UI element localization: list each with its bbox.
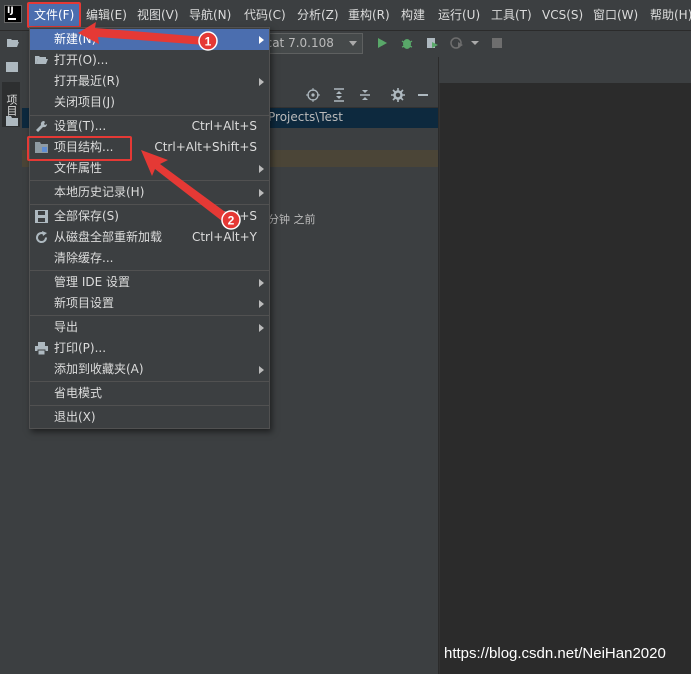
menu-item-label: 退出(X) bbox=[54, 410, 96, 424]
menu-item-exit[interactable]: 退出(X) bbox=[30, 407, 269, 428]
run-icon[interactable] bbox=[375, 36, 389, 50]
menu-item-shortcut: Ctrl+Alt+Shift+S bbox=[154, 140, 257, 154]
recent-time-text: 分钟 之前 bbox=[268, 213, 316, 226]
menu-item-local-history[interactable]: 本地历史记录(H) bbox=[30, 182, 269, 203]
wrench-icon bbox=[36, 120, 48, 132]
coverage-icon[interactable] bbox=[425, 36, 439, 50]
menu-separator bbox=[30, 381, 269, 382]
project-panel-header bbox=[270, 83, 438, 108]
watermark-text: https://blog.csdn.net/NeiHan2020 bbox=[444, 645, 666, 662]
menu-item-label: 打开(O)... bbox=[54, 53, 109, 67]
project-path-text: Projects\Test bbox=[268, 110, 343, 124]
editor-tab-bar bbox=[439, 57, 691, 83]
menu-view[interactable]: 视图(V) bbox=[137, 7, 179, 23]
menu-item-shortcut: Ctrl+S bbox=[217, 209, 257, 223]
menu-item-file-properties[interactable]: 文件属性 bbox=[30, 158, 269, 179]
menu-item-invalidate-caches[interactable]: 清除缓存... bbox=[30, 248, 269, 269]
open-folder-icon bbox=[35, 56, 48, 64]
menu-item-power-save-mode[interactable]: 省电模式 bbox=[30, 383, 269, 404]
folder-icon bbox=[6, 116, 18, 126]
menu-separator bbox=[30, 270, 269, 271]
menu-item-label: 打开最近(R) bbox=[54, 74, 120, 88]
submenu-arrow-icon bbox=[259, 165, 264, 173]
file-menu-dropdown: 新建(N) 打开(O)... 打开最近(R) 关闭项目(J) 设置(T)... … bbox=[29, 27, 270, 429]
submenu-arrow-icon bbox=[259, 366, 264, 374]
submenu-arrow-icon bbox=[259, 300, 264, 308]
reload-icon bbox=[36, 231, 48, 244]
menu-edit[interactable]: 编辑(E) bbox=[86, 7, 127, 23]
menu-item-label: 文件属性 bbox=[54, 161, 103, 175]
minimize-icon[interactable] bbox=[416, 88, 430, 102]
stop-icon[interactable] bbox=[490, 36, 504, 50]
chevron-down-icon[interactable] bbox=[470, 36, 480, 50]
menu-item-shortcut: Ctrl+Alt+S bbox=[191, 119, 257, 133]
print-icon bbox=[35, 342, 48, 355]
left-tool-strip bbox=[0, 57, 23, 674]
target-icon[interactable] bbox=[306, 88, 320, 102]
menu-item-add-to-favorites[interactable]: 添加到收藏夹(A) bbox=[30, 359, 269, 380]
submenu-arrow-icon bbox=[259, 78, 264, 86]
expand-all-icon[interactable] bbox=[332, 88, 346, 102]
menu-tools[interactable]: 工具(T) bbox=[491, 7, 532, 23]
profile-icon[interactable] bbox=[450, 36, 464, 50]
menu-item-label: 关闭项目(J) bbox=[54, 95, 115, 109]
menu-item-label: 添加到收藏夹(A) bbox=[54, 362, 144, 376]
highlight-box-file-menu bbox=[27, 2, 81, 28]
menu-help[interactable]: 帮助(H) bbox=[650, 7, 691, 23]
menu-window[interactable]: 窗口(W) bbox=[593, 7, 638, 23]
menu-item-label: 从磁盘全部重新加载 bbox=[54, 230, 163, 244]
menu-item-label: 清除缓存... bbox=[54, 251, 114, 265]
menu-item-reload-from-disk[interactable]: 从磁盘全部重新加载 Ctrl+Alt+Y bbox=[30, 227, 269, 248]
open-folder-icon[interactable] bbox=[6, 36, 20, 50]
menu-item-label: 设置(T)... bbox=[54, 119, 107, 133]
menu-item-label: 省电模式 bbox=[54, 386, 103, 400]
save-icon bbox=[35, 210, 48, 223]
gear-icon[interactable] bbox=[391, 88, 405, 102]
menu-item-export[interactable]: 导出 bbox=[30, 317, 269, 338]
menu-item-print[interactable]: 打印(P)... bbox=[30, 338, 269, 359]
menu-item-open[interactable]: 打开(O)... bbox=[30, 50, 269, 71]
collapse-all-icon[interactable] bbox=[358, 88, 372, 102]
menu-separator bbox=[30, 204, 269, 205]
submenu-arrow-icon bbox=[259, 279, 264, 287]
menu-separator bbox=[30, 315, 269, 316]
menu-item-open-recent[interactable]: 打开最近(R) bbox=[30, 71, 269, 92]
project-view-icon[interactable] bbox=[5, 60, 19, 74]
menu-item-label: 新建(N) bbox=[54, 32, 97, 46]
menu-item-shortcut: Ctrl+Alt+Y bbox=[191, 230, 257, 244]
menu-item-new-project-settings[interactable]: 新项目设置 bbox=[30, 293, 269, 314]
menu-analyze[interactable]: 分析(Z) bbox=[297, 7, 339, 23]
menu-separator bbox=[30, 180, 269, 181]
submenu-arrow-icon bbox=[259, 189, 264, 197]
menu-item-close-project[interactable]: 关闭项目(J) bbox=[30, 92, 269, 113]
menu-item-save-all[interactable]: 全部保存(S) Ctrl+S bbox=[30, 206, 269, 227]
submenu-arrow-icon bbox=[259, 36, 264, 44]
intellij-logo-icon: IJ bbox=[4, 5, 22, 23]
menu-item-manage-ide-settings[interactable]: 管理 IDE 设置 bbox=[30, 272, 269, 293]
menu-item-label: 管理 IDE 设置 bbox=[54, 275, 130, 289]
menu-build[interactable]: 构建 bbox=[401, 7, 425, 23]
editor-area[interactable] bbox=[439, 83, 691, 674]
menu-item-label: 导出 bbox=[54, 320, 79, 334]
menu-refactor[interactable]: 重构(R) bbox=[348, 7, 390, 23]
menu-navigate[interactable]: 导航(N) bbox=[189, 7, 231, 23]
submenu-arrow-icon bbox=[259, 324, 264, 332]
chevron-down-icon bbox=[349, 41, 357, 46]
menu-item-label: 本地历史记录(H) bbox=[54, 185, 145, 199]
menu-code[interactable]: 代码(C) bbox=[244, 7, 286, 23]
menu-item-settings[interactable]: 设置(T)... Ctrl+Alt+S bbox=[30, 116, 269, 137]
run-configuration-select[interactable]: ncat 7.0.108 bbox=[255, 33, 363, 54]
highlight-box-project-structure bbox=[27, 136, 132, 161]
menu-vcs[interactable]: VCS(S) bbox=[542, 7, 583, 23]
menu-item-label: 新项目设置 bbox=[54, 296, 115, 310]
menu-item-label: 打印(P)... bbox=[54, 341, 107, 355]
menu-run[interactable]: 运行(U) bbox=[438, 7, 480, 23]
debug-icon[interactable] bbox=[400, 36, 414, 50]
menu-separator bbox=[30, 405, 269, 406]
menu-item-new[interactable]: 新建(N) bbox=[30, 29, 269, 50]
menu-item-label: 全部保存(S) bbox=[54, 209, 119, 223]
